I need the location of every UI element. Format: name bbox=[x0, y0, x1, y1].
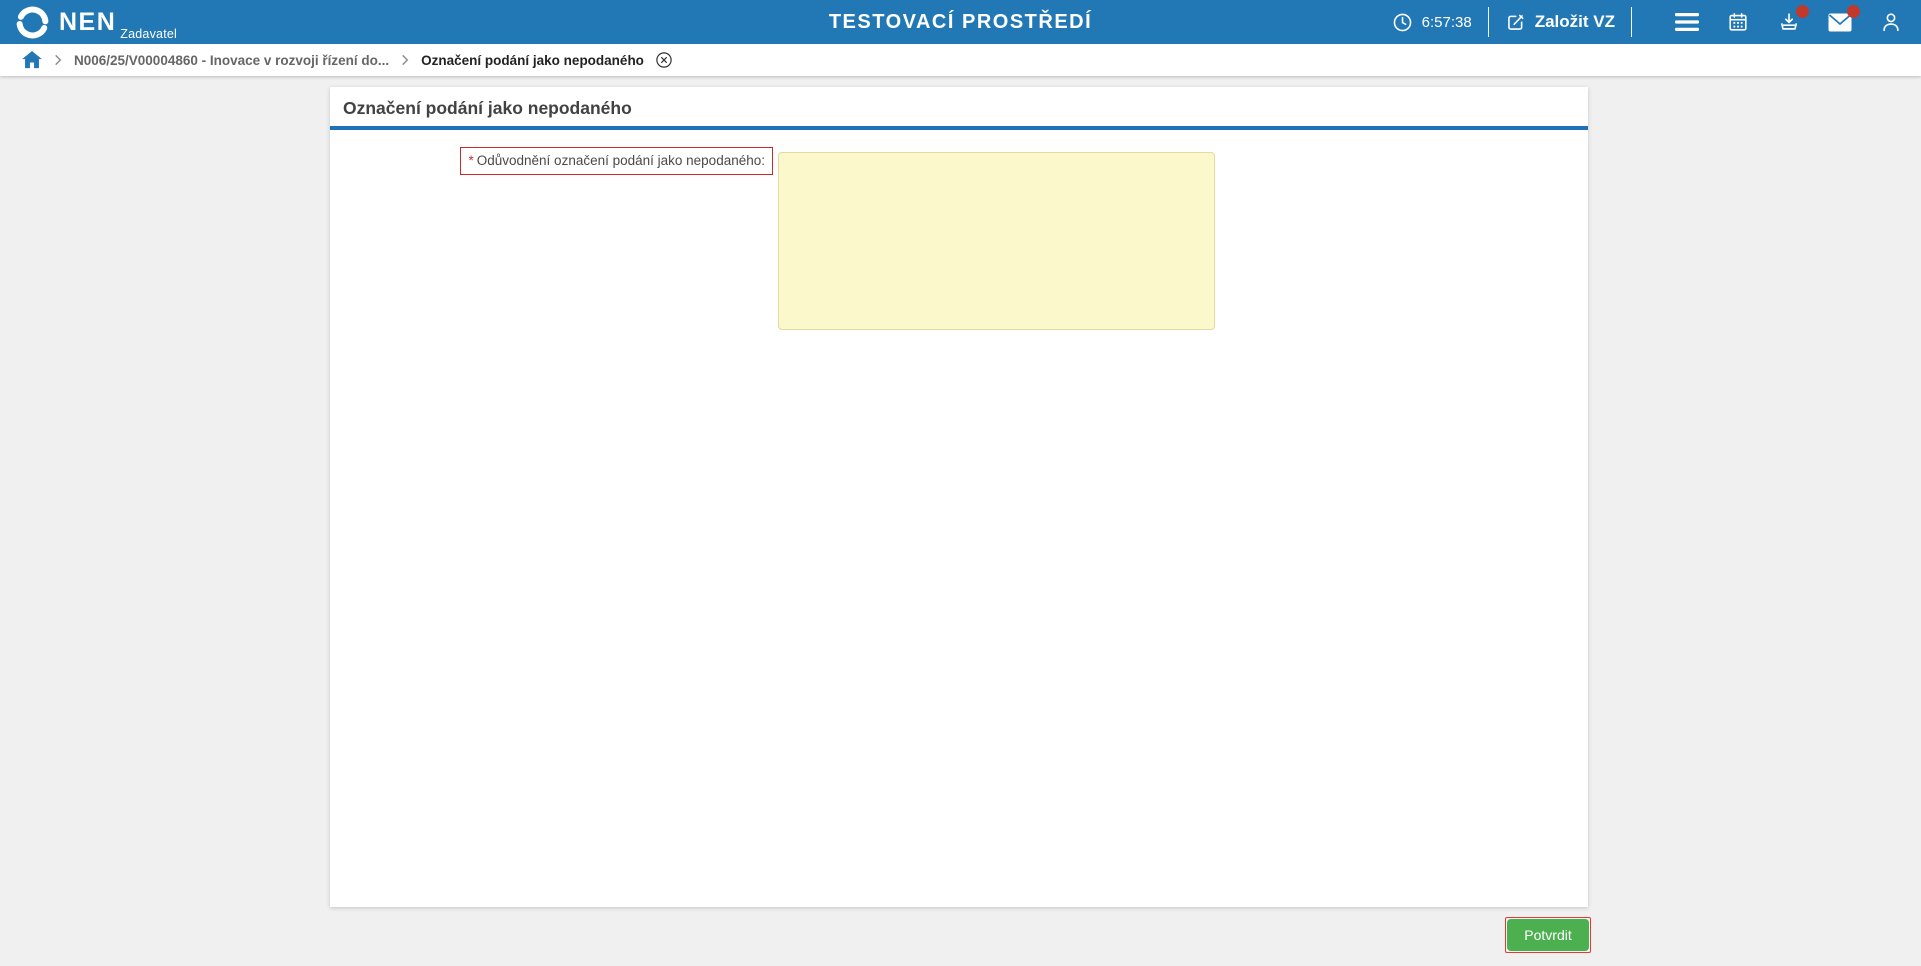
chevron-right-icon bbox=[51, 53, 65, 67]
confirm-button[interactable]: Potvrdit bbox=[1507, 919, 1589, 951]
nen-swirl-logo-icon bbox=[14, 4, 59, 41]
breadcrumb-item-current[interactable]: Označení podání jako nepodaného bbox=[421, 53, 644, 68]
brand-subtitle: Zadavatel bbox=[120, 27, 177, 41]
reason-textarea[interactable] bbox=[778, 152, 1215, 330]
download-tray-icon[interactable] bbox=[1777, 10, 1801, 34]
calendar-icon[interactable] bbox=[1726, 10, 1750, 34]
envelope-icon[interactable] bbox=[1828, 10, 1852, 34]
person-icon[interactable] bbox=[1879, 10, 1903, 34]
header-divider bbox=[1488, 7, 1489, 37]
nen-logo[interactable]: NEN Zadavatel bbox=[14, 2, 177, 42]
home-icon[interactable] bbox=[22, 51, 42, 69]
session-time: 6:57:38 bbox=[1422, 14, 1472, 31]
close-circle-icon[interactable] bbox=[655, 51, 673, 69]
breadcrumb-item-procurement[interactable]: N006/25/V00004860 - Inovace v rozvoji ří… bbox=[74, 53, 389, 68]
panel-title-row: Označení podání jako nepodaného bbox=[330, 87, 1588, 130]
create-vz-label: Založit VZ bbox=[1535, 12, 1615, 32]
brand-name: NEN bbox=[59, 10, 116, 35]
header-actions: 6:57:38 Založit VZ bbox=[1392, 0, 1903, 44]
environment-title: TESTOVACÍ PROSTŘEDÍ bbox=[829, 0, 1092, 44]
reason-field-label: * Odůvodnění označení podání jako nepodan… bbox=[460, 147, 773, 175]
top-header-bar: NEN Zadavatel TESTOVACÍ PROSTŘEDÍ 6:57:3… bbox=[0, 0, 1921, 44]
reason-label-text: Odůvodnění označení podání jako nepodané… bbox=[477, 153, 765, 168]
breadcrumb: N006/25/V00004860 - Inovace v rozvoji ří… bbox=[0, 44, 1921, 76]
edit-square-icon bbox=[1505, 12, 1526, 33]
page: NEN Zadavatel TESTOVACÍ PROSTŘEDÍ 6:57:3… bbox=[0, 0, 1921, 966]
main-content-panel: Označení podání jako nepodaného * Odůvodn… bbox=[330, 87, 1588, 907]
session-clock: 6:57:38 bbox=[1392, 12, 1472, 33]
hamburger-menu-icon[interactable] bbox=[1675, 10, 1699, 34]
required-marker: * bbox=[468, 153, 473, 168]
create-vz-button[interactable]: Založit VZ bbox=[1505, 12, 1615, 33]
confirm-button-focus-ring: Potvrdit bbox=[1505, 917, 1591, 953]
clock-icon bbox=[1392, 12, 1413, 33]
page-title: Označení podání jako nepodaného bbox=[343, 98, 632, 119]
chevron-right-icon bbox=[398, 53, 412, 67]
download-notification-badge bbox=[1796, 5, 1809, 18]
messages-notification-badge bbox=[1847, 5, 1860, 18]
header-divider bbox=[1631, 7, 1632, 37]
